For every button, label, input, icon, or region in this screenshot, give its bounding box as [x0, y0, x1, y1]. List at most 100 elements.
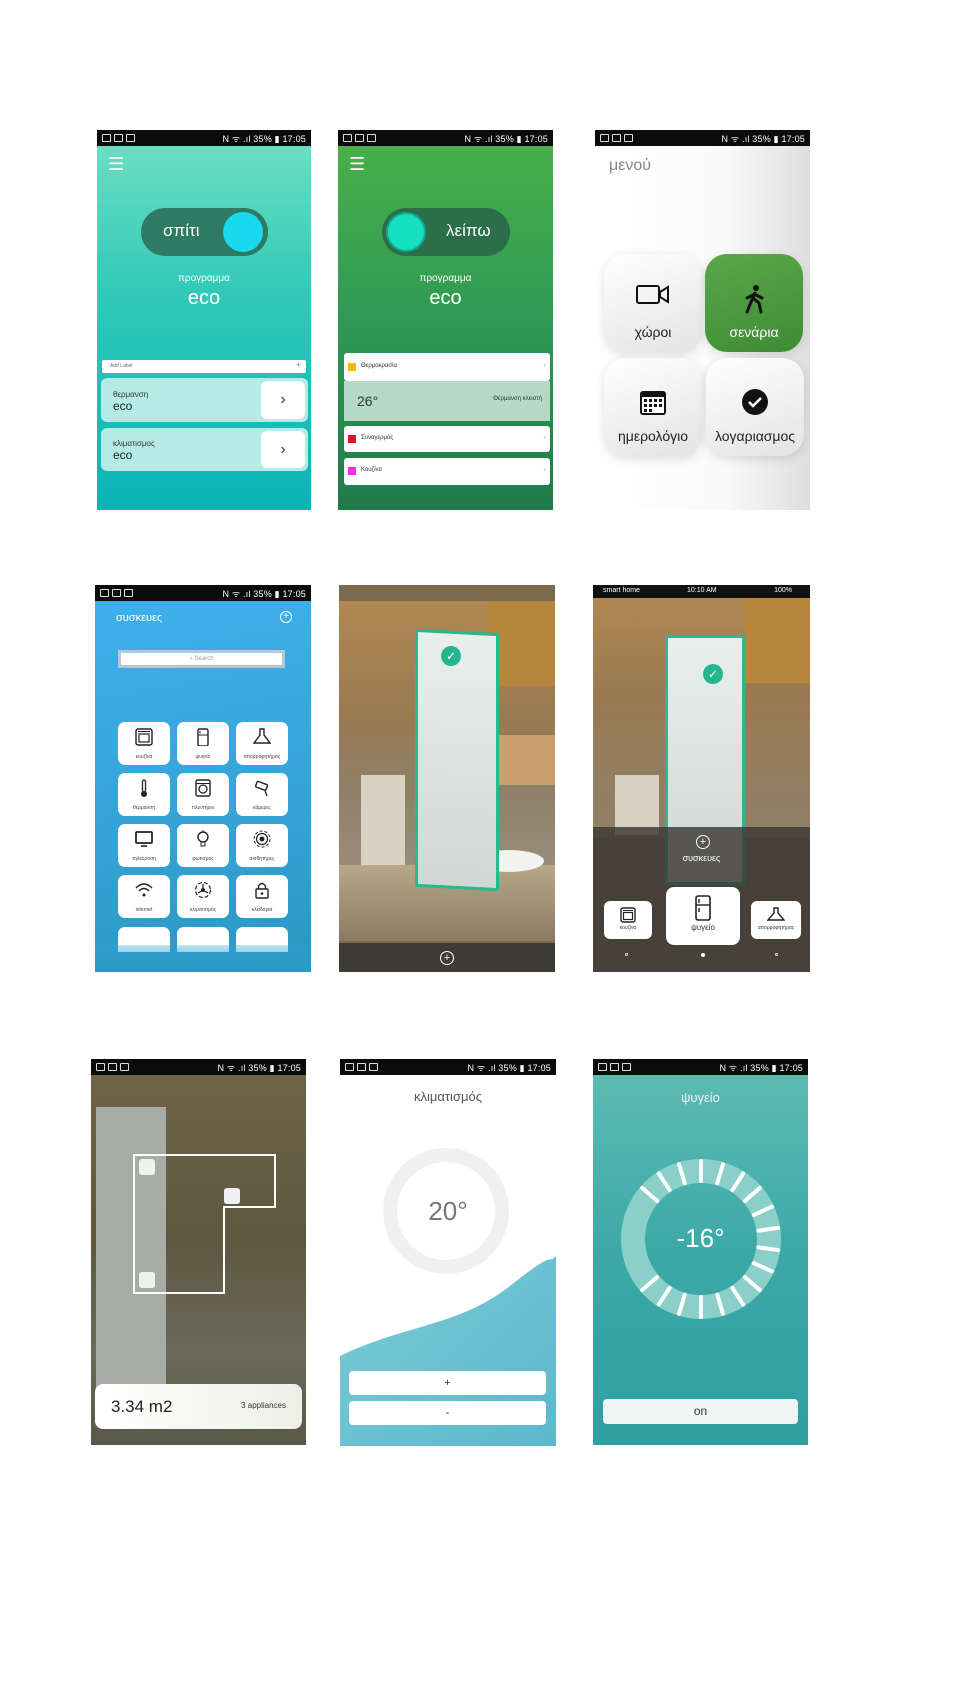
device-tile[interactable]: κουζίνα: [118, 722, 170, 765]
device-tile[interactable]: θέρμανση: [118, 773, 170, 816]
status-bar: N ᯤ .ıl 35% ▮ 17:05: [340, 1059, 556, 1075]
device-tile[interactable]: κάμερες: [236, 773, 288, 816]
home-away-toggle[interactable]: λείπω: [382, 208, 510, 256]
add-device-icon[interactable]: +: [280, 611, 292, 623]
add-circle-icon[interactable]: +: [440, 951, 454, 965]
device-tile[interactable]: ψυγείο: [177, 722, 229, 765]
toggle-knob[interactable]: [223, 212, 263, 252]
device-tile-label: internet: [135, 907, 153, 913]
calendar-button[interactable]: ημερολόγιο: [604, 358, 702, 456]
devices-label: συσκευες: [682, 853, 721, 863]
check-circle-icon: [742, 389, 768, 415]
on-button[interactable]: on: [603, 1399, 798, 1424]
device-tile-label: απορροφητήρας: [243, 754, 281, 760]
status-bar: N ᯤ .ıl 35% ▮ 17:05: [595, 130, 810, 146]
program-label: προγραμμα: [178, 273, 230, 284]
account-button[interactable]: λογαριασμος: [706, 358, 804, 456]
search-input[interactable]: ⌕ Search: [118, 650, 285, 668]
add-circle-icon[interactable]: +: [696, 835, 710, 849]
program-value: eco: [187, 287, 221, 309]
fridge-icon: [197, 728, 209, 746]
lock-icon: [255, 882, 269, 899]
device-tile[interactable]: internet: [118, 875, 170, 918]
temperature-detail: 26° Θέρμανση κλειστή: [344, 381, 550, 421]
row-name: Συναγερμός: [361, 435, 394, 441]
room-info-card[interactable]: 3.34 m2 3 appliances: [95, 1384, 302, 1429]
screen-devices: N ᯤ .ıl 35% ▮ 17:05 συσκευες + ⌕ Search …: [95, 585, 311, 972]
ac-row[interactable]: κλιματισμος eco ›: [101, 428, 308, 471]
device-tile[interactable]: κλειδαριά: [236, 875, 288, 918]
tv-icon: [135, 831, 153, 847]
screen-home-mode: N ᯤ .ıl 35% ▮ 17:05 ☰ σπίτι προγραμμα ec…: [97, 130, 311, 510]
chevron-right-icon[interactable]: ›: [543, 432, 546, 442]
device-tile-label: κλιματισμός: [189, 907, 217, 913]
hood-icon: [766, 907, 786, 921]
fan-icon: [194, 881, 212, 899]
heating-status: Θέρμανση κλειστή: [493, 396, 542, 402]
ios-status-bar: smart home 10:10 AM 100%: [593, 585, 810, 598]
temperature-value: -16°: [676, 1223, 725, 1253]
hamburger-menu-icon[interactable]: ☰: [349, 155, 365, 173]
check-badge-icon: ✓: [703, 664, 723, 684]
spaces-button[interactable]: χώροι: [604, 254, 702, 352]
device-tile[interactable]: πλυντήριο: [177, 773, 229, 816]
search-icon: ⌕: [189, 656, 193, 662]
sensor-icon: [253, 830, 271, 848]
device-tile[interactable]: αισθητήρες: [236, 824, 288, 867]
device-tile[interactable]: τηλεόραση: [118, 824, 170, 867]
search-placeholder: Search: [194, 656, 214, 662]
corner-handle[interactable]: [224, 1188, 240, 1204]
fridge-title: ψυγείο: [681, 1090, 720, 1105]
appliance-count: 3 appliances: [241, 1401, 286, 1410]
calendar-icon: [640, 391, 666, 415]
chevron-right-icon[interactable]: ›: [261, 431, 305, 468]
shelf: [615, 775, 659, 835]
device-tile-label: αισθητήρες: [249, 856, 275, 862]
device-tile[interactable]: κλιματισμός: [177, 875, 229, 918]
device-tile[interactable]: απορροφητήρας: [236, 722, 288, 765]
temperature-row[interactable]: Θερμοκρασία ›: [344, 353, 550, 381]
device-card-oven[interactable]: κουζίνα: [604, 901, 652, 939]
plus-icon[interactable]: +: [296, 360, 301, 370]
screen-ar-devices: smart home 10:10 AM 100% ✓ + συσκευες κο…: [593, 585, 810, 972]
decrease-button[interactable]: -: [349, 1401, 546, 1425]
row-title: κλιματισμος: [113, 439, 155, 448]
program-value: eco: [429, 287, 462, 309]
kitchen-row[interactable]: Κουζίνα ›: [344, 458, 550, 485]
device-tile-label: κάμερες: [253, 805, 271, 811]
home-away-toggle[interactable]: σπίτι: [141, 208, 268, 256]
device-tile[interactable]: φωτισμός: [177, 824, 229, 867]
device-card-hood[interactable]: απορροφητήρας: [751, 901, 801, 939]
toggle-knob[interactable]: [386, 212, 426, 252]
tile-label: σενάρια: [729, 324, 779, 340]
counter: [499, 735, 555, 785]
device-card-fridge[interactable]: ψυγείο: [666, 887, 740, 945]
corner-handle[interactable]: [139, 1272, 155, 1288]
row-value: eco: [113, 399, 133, 413]
thermometer-icon: [141, 779, 147, 797]
tile-label: χώροι: [634, 324, 672, 340]
chevron-right-icon[interactable]: ›: [261, 381, 305, 419]
fridge-icon: [695, 895, 711, 921]
chevron-right-icon[interactable]: ›: [543, 464, 546, 474]
increase-button[interactable]: +: [349, 1371, 546, 1395]
page-dots: [593, 953, 810, 959]
color-dot: [348, 363, 356, 371]
heating-row[interactable]: θερμανση eco ›: [101, 378, 308, 422]
screen-menu: N ᯤ .ıl 35% ▮ 17:05 μενού χώροι σενάρια …: [595, 130, 810, 510]
device-tile-label: φωτισμός: [192, 856, 214, 862]
alarm-row[interactable]: Συναγερμός ›: [344, 426, 550, 452]
walking-person-icon: [745, 285, 764, 314]
carrier: smart home: [603, 587, 640, 594]
toggle-label: σπίτι: [163, 221, 200, 240]
detected-fridge[interactable]: [415, 628, 499, 892]
scenarios-button[interactable]: σενάρια: [705, 254, 803, 352]
hamburger-menu-icon[interactable]: ☰: [108, 155, 124, 173]
devices-title: συσκευες: [116, 612, 163, 624]
status-bar: N ᯤ .ıl 35% ▮ 17:05: [95, 585, 311, 601]
chevron-right-icon[interactable]: ›: [543, 360, 546, 370]
corner-handle[interactable]: [139, 1159, 155, 1175]
kitchen-cabinets: [745, 598, 810, 683]
add-label-bar[interactable]: Add Label +: [102, 360, 306, 373]
color-dot: [348, 435, 356, 443]
